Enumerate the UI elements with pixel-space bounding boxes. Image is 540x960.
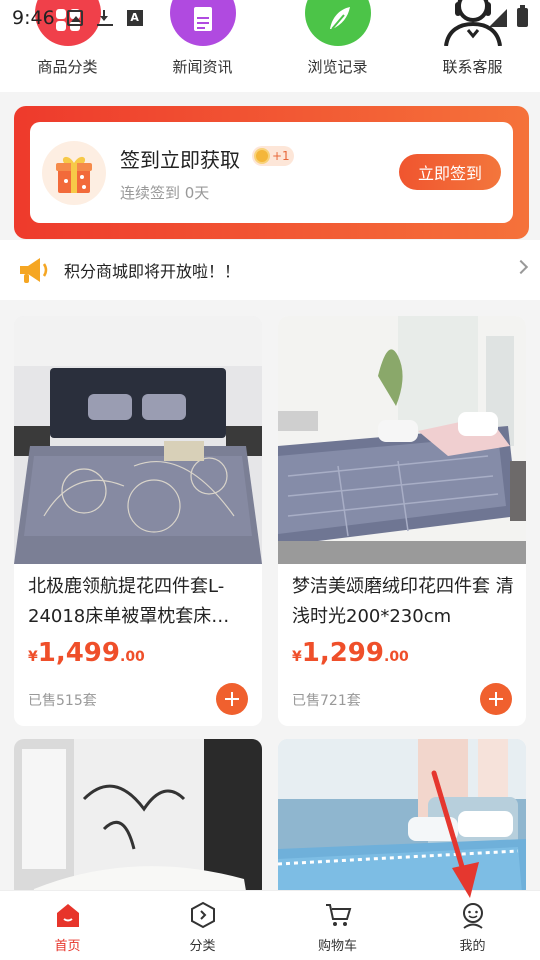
tab-home[interactable]: 首页 <box>0 891 135 960</box>
tab-label-category: 分类 <box>189 939 216 954</box>
gift-icon <box>42 141 106 205</box>
product-title: 北极鹿领航提花四件套L-24018床单被罩枕套床… <box>28 576 230 627</box>
price-integer: 1,499 <box>37 638 120 668</box>
tab-profile[interactable]: 我的 <box>405 891 540 960</box>
product-image <box>14 316 262 564</box>
signin-card: 签到立即获取 +1 连续签到 0天 立即签到 <box>30 122 513 223</box>
points-badge: +1 <box>252 146 294 166</box>
product-price: ¥1,499.00 <box>28 638 145 668</box>
signin-streak: 连续签到 0天 <box>120 184 210 202</box>
add-to-cart-button[interactable] <box>480 683 512 715</box>
price-currency: ¥ <box>292 649 302 665</box>
image-notification-icon <box>66 10 83 26</box>
bottom-tab-bar: 首页 分类 购物车 我的 <box>0 890 540 960</box>
chevron-right-icon <box>513 259 529 275</box>
price-decimal: .00 <box>120 649 145 665</box>
signin-title: 签到立即获取 <box>120 148 240 172</box>
tab-label-cart: 购物车 <box>317 939 357 954</box>
product-card[interactable]: 梦洁美颂磨绒印花四件套 清浅时光200*230cm ¥1,299.00 已售72… <box>278 316 526 726</box>
status-bar: 9:46 A <box>0 0 540 36</box>
status-time: 9:46 <box>12 7 55 29</box>
product-image <box>278 316 526 564</box>
tab-label-profile: 我的 <box>459 939 486 954</box>
megaphone-icon <box>16 254 52 286</box>
notice-bar[interactable]: 积分商城即将开放啦！！ <box>0 240 540 300</box>
nav-label-customer-service: 联系客服 <box>442 58 503 76</box>
download-icon <box>96 10 113 26</box>
add-to-cart-button[interactable] <box>216 683 248 715</box>
product-card[interactable] <box>14 739 262 899</box>
battery-icon <box>517 5 528 27</box>
category-tab-icon <box>189 901 217 929</box>
product-image <box>14 739 262 899</box>
signin-button[interactable]: 立即签到 <box>399 154 501 190</box>
home-icon <box>54 901 82 929</box>
signin-banner: 签到立即获取 +1 连续签到 0天 立即签到 <box>14 106 529 239</box>
profile-icon <box>459 901 487 929</box>
app-a-icon: A <box>126 10 143 26</box>
product-card[interactable]: 北极鹿领航提花四件套L-24018床单被罩枕套床… ¥1,499.00 已售51… <box>14 316 262 726</box>
price-decimal: .00 <box>384 649 409 665</box>
product-sold-count: 已售515套 <box>28 693 97 709</box>
nav-label-product-category: 商品分类 <box>37 58 98 76</box>
signal-icon <box>489 8 507 27</box>
cart-icon <box>324 901 352 929</box>
price-currency: ¥ <box>28 649 38 665</box>
product-price: ¥1,299.00 <box>292 638 409 668</box>
nav-label-news: 新闻资讯 <box>172 58 233 76</box>
tab-cart[interactable]: 购物车 <box>270 891 405 960</box>
product-image <box>278 739 526 899</box>
tab-label-home: 首页 <box>54 939 81 954</box>
nav-label-history: 浏览记录 <box>307 58 368 76</box>
product-card[interactable] <box>278 739 526 899</box>
product-sold-count: 已售721套 <box>292 693 361 709</box>
product-title: 梦洁美颂磨绒印花四件套 清浅时光200*230cm <box>292 576 514 627</box>
points-value: +1 <box>272 149 290 163</box>
price-integer: 1,299 <box>301 638 384 668</box>
coin-icon <box>254 148 270 164</box>
tab-category[interactable]: 分类 <box>135 891 270 960</box>
notice-text: 积分商城即将开放啦！！ <box>64 262 241 281</box>
